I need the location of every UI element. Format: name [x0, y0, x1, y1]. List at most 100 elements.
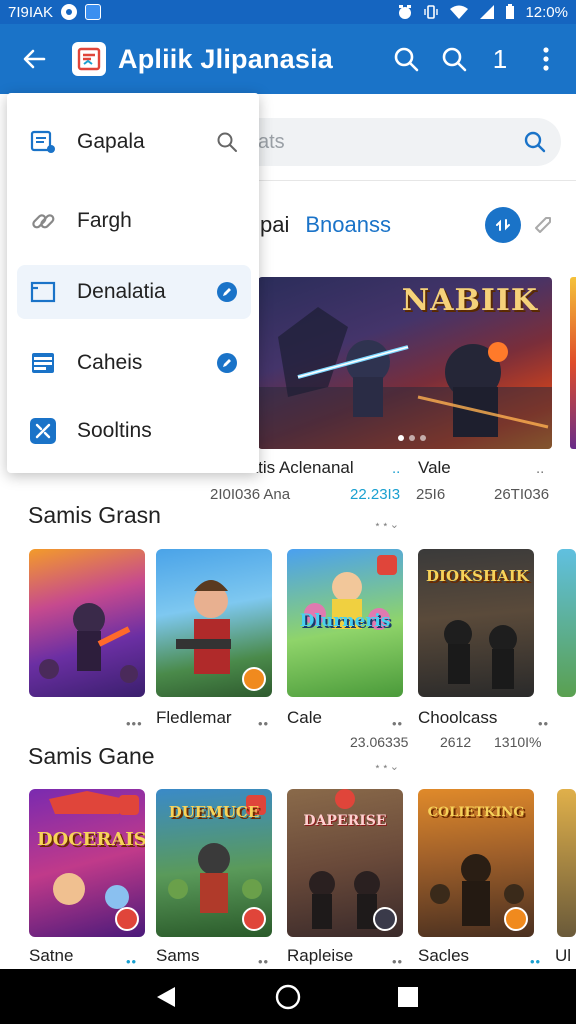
- menu-item-label: Denalatia: [77, 280, 166, 303]
- banner-pager: [398, 435, 426, 441]
- card-meta: 2612: [440, 734, 472, 750]
- card-meta: 23.06335: [350, 734, 409, 750]
- back-button[interactable]: [10, 35, 58, 83]
- menu-item-caheis[interactable]: Caheis: [17, 336, 251, 390]
- pager-dot[interactable]: [409, 435, 415, 441]
- card-logo-text: DUEMUCE: [168, 803, 260, 821]
- rating-stars: ⋆⋆⌄: [374, 519, 400, 531]
- featured-item-more[interactable]: ..: [392, 460, 400, 477]
- game-card[interactable]: DUEMUCE: [156, 789, 272, 937]
- alarm-icon: [397, 4, 413, 20]
- search-icon[interactable]: [215, 130, 239, 154]
- pager-dot[interactable]: [420, 435, 426, 441]
- status-bar: 7I9IAK 12:0%: [0, 0, 576, 24]
- featured-banner[interactable]: NABIIK: [258, 277, 552, 449]
- edit-badge-icon[interactable]: [215, 351, 239, 375]
- game-card[interactable]: DIOKSHAIK: [418, 549, 534, 697]
- tag-icon: [535, 217, 551, 233]
- arrow-back-icon: [23, 49, 46, 69]
- menu-item-fargh[interactable]: Fargh: [17, 194, 251, 248]
- tag-button[interactable]: [532, 214, 554, 236]
- game-card[interactable]: [29, 549, 145, 697]
- game-card[interactable]: DOCERAIS: [29, 789, 145, 937]
- card-logo-text: DOCERAIS: [37, 829, 145, 850]
- card-title: Satne: [29, 946, 74, 965]
- app-actions: 1: [382, 35, 570, 83]
- card-badge-icon: [242, 667, 266, 691]
- search-icon: [442, 47, 467, 72]
- card-title: Ul: [555, 946, 572, 965]
- overflow-menu-button[interactable]: [522, 35, 570, 83]
- menu-item-gapala[interactable]: Gapala: [17, 115, 251, 169]
- card-logo-text: Dlurneris: [299, 611, 391, 631]
- more-icon[interactable]: ••: [126, 954, 137, 969]
- more-icon[interactable]: ••: [538, 716, 549, 731]
- share-button[interactable]: [485, 207, 521, 243]
- edit-badge-icon[interactable]: [215, 280, 239, 304]
- vibrate-icon: [423, 4, 439, 20]
- card-logo-text: COLIETKING: [427, 805, 525, 820]
- card-tag-icon: [377, 555, 397, 575]
- more-icon[interactable]: ••: [530, 954, 541, 969]
- menu-item-label: Caheis: [77, 351, 143, 374]
- card-tag-icon: [119, 795, 139, 815]
- more-icon[interactable]: ••: [392, 954, 403, 969]
- game-card[interactable]: DAPERISE: [287, 789, 403, 937]
- featured-item-name[interactable]: Vale: [418, 458, 451, 478]
- card-title: Rapleise: [287, 946, 354, 965]
- nav-home-button[interactable]: [258, 969, 318, 1024]
- search-alt-button[interactable]: [430, 35, 478, 83]
- search-icon: [524, 131, 546, 153]
- app-title: Apliik Jlipanasia: [118, 43, 333, 74]
- banner-title: NABIIK: [401, 283, 538, 318]
- status-left: 7I9IAK: [8, 3, 102, 21]
- search-submit-button[interactable]: [521, 128, 549, 156]
- search-input[interactable]: [258, 130, 508, 154]
- search-box: [236, 118, 561, 166]
- share-icon: [496, 219, 510, 231]
- wifi-icon: [449, 4, 469, 20]
- more-icon[interactable]: ••: [258, 716, 269, 731]
- game-card[interactable]: COLIETKING: [418, 789, 534, 937]
- document-icon: [29, 128, 57, 156]
- menu-item-sooltins[interactable]: Sooltins: [17, 404, 251, 458]
- game-card-peek[interactable]: [557, 789, 576, 937]
- card-title: Sams: [156, 946, 200, 965]
- tools-icon: [29, 417, 57, 445]
- more-icon[interactable]: ••: [392, 716, 403, 731]
- card-badge-icon: [242, 907, 266, 931]
- game-card[interactable]: Dlurneris: [287, 549, 403, 697]
- card-logo-text: DIOKSHAIK: [426, 567, 529, 585]
- list-icon: [29, 349, 57, 377]
- screen: 7I9IAK 12:0% Apliik Jlipanasia 1 ats pai…: [0, 0, 576, 1024]
- featured-accent-link[interactable]: Bnoanss: [305, 212, 391, 237]
- nav-recents-button[interactable]: [378, 969, 438, 1024]
- search-icon: [394, 47, 419, 72]
- game-card[interactable]: [156, 549, 272, 697]
- card-title: Sacles: [418, 946, 470, 965]
- menu-item-label: Fargh: [77, 209, 132, 232]
- status-left-text: 7I9IAK: [8, 3, 54, 21]
- featured-header: pai Bnoanss: [260, 212, 391, 238]
- home-circle-icon: [275, 984, 301, 1009]
- card-meta: 1310I%: [494, 734, 542, 750]
- featured-item-meta: 25I6: [416, 486, 446, 503]
- featured-item-name[interactable]: tatis Aclenanal: [244, 458, 354, 478]
- featured-item-more[interactable]: ..: [536, 460, 544, 477]
- app-logo: [72, 42, 106, 76]
- window-icon: [29, 278, 57, 306]
- search-button[interactable]: [382, 35, 430, 83]
- more-icon[interactable]: ••: [258, 954, 269, 969]
- status-right: 12:0%: [397, 4, 568, 21]
- menu-item-denalatia[interactable]: Denalatia: [17, 265, 251, 319]
- featured-item-meta: 2I0I036 Ana: [210, 486, 291, 503]
- next-banner-peek[interactable]: [570, 277, 576, 449]
- card-badge-icon: [373, 907, 397, 931]
- nav-back-button[interactable]: [136, 969, 196, 1024]
- app-notification-icon: [85, 4, 102, 20]
- pager-dot[interactable]: [398, 435, 404, 441]
- notification-count[interactable]: 1: [478, 44, 522, 75]
- game-card-peek[interactable]: [557, 549, 576, 697]
- more-icon[interactable]: •••: [126, 716, 143, 731]
- divider: [236, 180, 576, 181]
